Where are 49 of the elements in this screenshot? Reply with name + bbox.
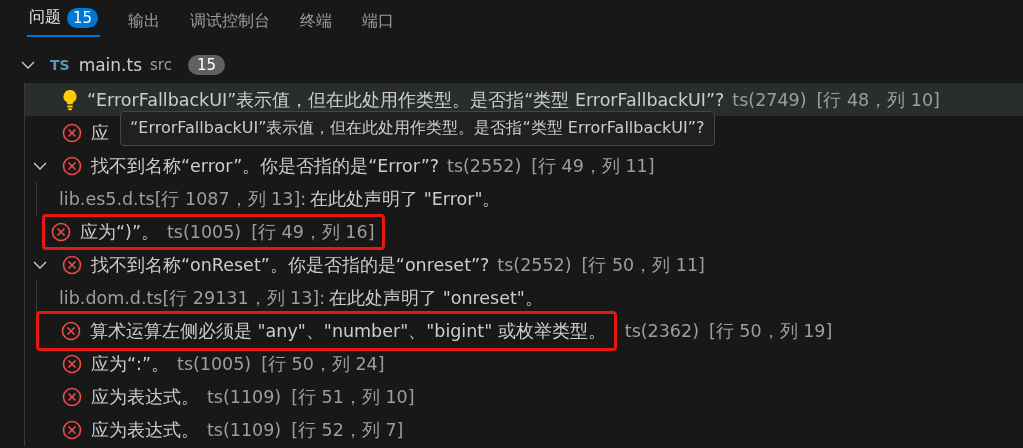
error-icon [51, 221, 71, 242]
error-icon [62, 353, 82, 374]
panel-tab[interactable]: 端口 [347, 0, 410, 44]
error-code[interactable]: ts(1109) [207, 386, 282, 407]
panel-tab[interactable]: 调试控制台 [175, 0, 286, 44]
problem-message: 应为表达式。 [91, 418, 199, 442]
problem-message: 应为“)”。 [80, 220, 159, 244]
error-code[interactable]: ts(2552) [497, 254, 572, 275]
tooltip: “ErrorFallbackUI”表示值，但在此处用作类型。是否指“类型 ErrorFallbackUI”? [120, 111, 715, 146]
line-column: [行 50，列 11] [581, 252, 705, 277]
problem-message: 在此处声明了 "Error"。 [310, 187, 501, 211]
error-icon [62, 122, 82, 143]
problem-message: 找不到名称“onReset”。你是否指的是“onreset”? [91, 253, 490, 277]
error-code[interactable]: ts(2362) [624, 320, 699, 341]
lightbulb-icon [62, 88, 78, 111]
line-column: [行 52，列 7] [291, 417, 404, 442]
source-location[interactable]: lib.dom.d.ts[行 29131，列 13]: [59, 285, 326, 310]
error-code[interactable]: ts(2552) [447, 155, 522, 176]
line-column: [行 48，列 10] [816, 87, 940, 112]
error-code[interactable]: ts(2749) [732, 89, 807, 110]
panel-tab[interactable]: 终端 [285, 0, 348, 44]
line-column: [行 50，列 24] [261, 351, 385, 376]
file-name[interactable]: main.ts [78, 55, 143, 75]
panel-tab[interactable]: 问题 15 [27, 0, 101, 37]
problem-message: 应为“:”。 [91, 352, 170, 376]
line-column: [行 50，列 19] [708, 318, 833, 343]
problem-message: 应 [91, 121, 109, 145]
error-icon [62, 419, 82, 440]
count-badge: 15 [187, 55, 226, 75]
line-column: [行 49，列 16] [251, 219, 375, 244]
error-icon [61, 320, 81, 341]
problem-message: 找不到名称“error”。你是否指的是“Error”? [91, 154, 440, 178]
problem-message: 应为表达式。 [91, 385, 199, 409]
source-location[interactable]: lib.es5.d.ts[行 1087，列 13]: [59, 186, 307, 211]
panel-tab[interactable]: 输出 [113, 0, 176, 44]
folder-name: src [150, 56, 172, 74]
count-badge: 15 [67, 7, 99, 28]
problem-message: 在此处声明了 "onreset"。 [329, 286, 543, 310]
error-code[interactable]: ts(1109) [207, 419, 282, 440]
line-column: [行 51，列 10] [291, 384, 415, 409]
problem-message: 算术运算左侧必须是 "any"、"number"、"bigint" 或枚举类型。 [90, 319, 606, 343]
error-code[interactable]: ts(1005) [177, 353, 252, 374]
error-icon [62, 254, 82, 275]
error-icon [62, 386, 82, 407]
file-type-icon: TS [50, 57, 70, 73]
error-icon [62, 155, 82, 176]
line-column: [行 49，列 11] [531, 153, 655, 178]
problem-message: “ErrorFallbackUI”表示值，但在此处用作类型。是否指“类型 ErrorFallbackUI”? [87, 88, 725, 112]
error-code[interactable]: ts(1005) [166, 221, 242, 242]
